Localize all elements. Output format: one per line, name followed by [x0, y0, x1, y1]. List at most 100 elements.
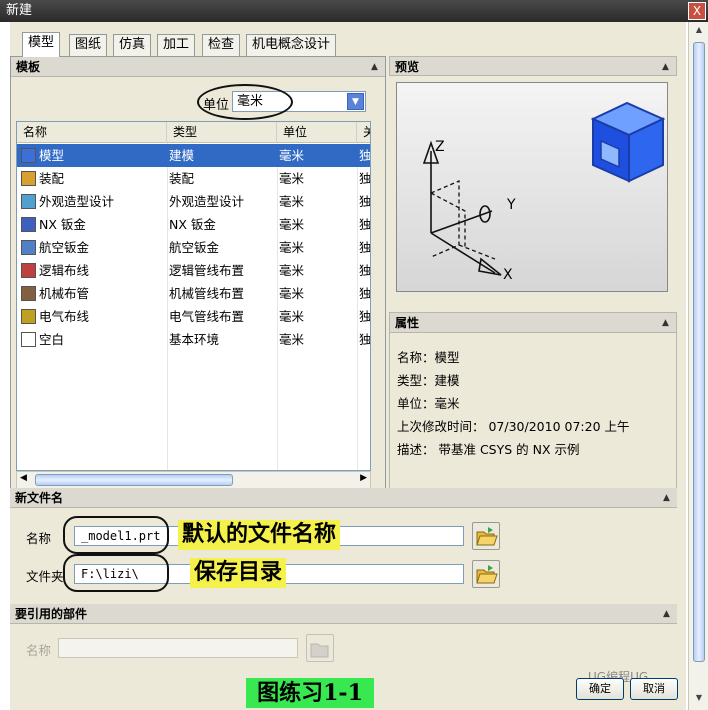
- column-header-unit[interactable]: 单位: [277, 122, 357, 143]
- close-button[interactable]: X: [688, 2, 706, 20]
- property-type: 类型：建模: [397, 373, 460, 388]
- collapse-preview-icon[interactable]: ▲: [658, 60, 673, 74]
- aero-sheet-metal-icon: [21, 240, 36, 255]
- preview-header[interactable]: 预览 ▲: [389, 56, 677, 76]
- browse-filename-button[interactable]: [472, 522, 500, 550]
- cell-unit: 毫米: [279, 148, 305, 163]
- blank-file-icon: [21, 332, 36, 347]
- model-icon: [21, 148, 36, 163]
- cell-relation: 独: [359, 194, 371, 209]
- datum-plane-yz: [430, 180, 460, 258]
- cell-unit: 毫米: [279, 309, 305, 324]
- collapse-templates-icon[interactable]: ▲: [367, 60, 382, 74]
- table-header: 名称 类型 单位 关: [17, 122, 370, 143]
- cell-relation: 独: [359, 263, 371, 278]
- property-modified: 上次修改时间： 07/30/2010 07:20 上午: [397, 419, 630, 434]
- cell-relation: 独: [359, 217, 371, 232]
- csys-preview-graphic: Z Y X: [422, 101, 666, 283]
- cell-unit: 毫米: [279, 171, 305, 186]
- templates-header[interactable]: 模板 ▲: [11, 57, 385, 77]
- vertical-scrollbar[interactable]: ▲ ▼: [688, 22, 708, 710]
- preview-panel: 预览 ▲ Z Y X 属性 ▲ 名称：模型 类型：建模 单位：毫米 上次修改时间…: [389, 56, 677, 508]
- table-row[interactable]: 逻辑布线 逻辑管线布置 毫米 独: [17, 259, 371, 282]
- unit-label: 单位: [203, 98, 230, 113]
- column-header-name[interactable]: 名称: [17, 122, 167, 143]
- cell-name: 模型: [39, 148, 65, 163]
- window-titlebar: 新建 X: [0, 0, 708, 22]
- table-row[interactable]: 装配 装配 毫米 独: [17, 167, 371, 190]
- tab-simulation[interactable]: 仿真: [113, 34, 152, 56]
- cell-unit: 毫米: [279, 194, 305, 209]
- collapse-referenced-icon[interactable]: ▲: [659, 607, 674, 621]
- templates-panel: 模板 ▲ 单位 毫米 ▼ 名称 类型 单位 关 模型建模毫米独装配装配毫米独外观…: [10, 56, 386, 508]
- close-icon: X: [692, 4, 702, 18]
- cell-type: 电气管线布置: [169, 309, 245, 324]
- tab-drawing[interactable]: 图纸: [69, 34, 108, 56]
- cancel-button[interactable]: 取消: [630, 678, 678, 700]
- cell-relation: 独: [359, 286, 371, 301]
- annotation-default-filename: 默认的文件名称: [178, 520, 341, 550]
- x-axis-label: X: [503, 267, 513, 283]
- figure-caption: 图练习1-1: [246, 678, 374, 708]
- property-unit: 单位：毫米: [397, 396, 460, 411]
- model-block-icon: [590, 101, 666, 183]
- table-row[interactable]: 模型 建模 毫米 独: [17, 144, 371, 167]
- logical-routing-icon: [21, 263, 36, 278]
- folder-open-icon: [476, 527, 498, 546]
- cell-relation: 独: [359, 309, 371, 324]
- referenced-name-label: 名称: [26, 643, 52, 658]
- properties-header[interactable]: 属性 ▲: [390, 313, 676, 333]
- new-filename-header[interactable]: 新文件名 ▲: [10, 488, 677, 508]
- table-row[interactable]: 电气布线 电气管线布置 毫米 独: [17, 305, 371, 328]
- collapse-newfile-icon[interactable]: ▲: [659, 491, 674, 505]
- referenced-part-header[interactable]: 要引用的部件 ▲: [10, 604, 677, 624]
- assembly-icon: [21, 171, 36, 186]
- z-axis-label: Z: [435, 139, 445, 155]
- cell-name: 装配: [39, 171, 65, 186]
- tab-manufacturing[interactable]: 加工: [157, 34, 196, 56]
- column-header-type[interactable]: 类型: [167, 122, 277, 143]
- cell-relation: 独: [359, 332, 371, 347]
- cell-name: NX 钣金: [39, 217, 86, 232]
- cell-type: 装配: [169, 171, 195, 186]
- cell-name: 机械布管: [39, 286, 90, 301]
- table-row[interactable]: 空白 基本环境 毫米 独: [17, 328, 371, 351]
- filename-label: 名称: [26, 531, 52, 546]
- cell-name: 航空钣金: [39, 240, 90, 255]
- table-row[interactable]: 外观造型设计 外观造型设计 毫米 独: [17, 190, 371, 213]
- unit-select[interactable]: 毫米 ▼: [232, 91, 366, 112]
- tab-inspection[interactable]: 检查: [202, 34, 241, 56]
- cell-unit: 毫米: [279, 240, 305, 255]
- scroll-thumb[interactable]: [693, 42, 705, 662]
- annotation-save-directory: 保存目录: [190, 558, 287, 588]
- cell-name: 空白: [39, 332, 65, 347]
- scroll-down-icon[interactable]: ▼: [692, 693, 706, 707]
- scroll-up-icon[interactable]: ▲: [692, 25, 706, 39]
- browse-referenced-button[interactable]: [306, 634, 334, 662]
- ok-button[interactable]: 确定: [576, 678, 624, 700]
- folder-open-icon: [476, 565, 498, 584]
- chevron-down-icon[interactable]: ▼: [347, 93, 364, 110]
- table-row[interactable]: NX 钣金 NX 钣金 毫米 独: [17, 213, 371, 236]
- referenced-name-input[interactable]: [58, 638, 298, 658]
- cell-type: 航空钣金: [169, 240, 220, 255]
- cell-relation: 独: [359, 148, 371, 163]
- cell-name: 电气布线: [39, 309, 90, 324]
- cell-relation: 独: [359, 171, 371, 186]
- window-title: 新建: [6, 3, 33, 18]
- table-row[interactable]: 机械布管 机械管线布置 毫米 独: [17, 282, 371, 305]
- folder-label: 文件夹: [26, 569, 64, 584]
- mechanical-routing-icon: [21, 286, 36, 301]
- column-header-relation[interactable]: 关: [357, 122, 370, 143]
- browse-folder-button[interactable]: [472, 560, 500, 588]
- table-row[interactable]: 航空钣金 航空钣金 毫米 独: [17, 236, 370, 259]
- collapse-properties-icon[interactable]: ▲: [658, 316, 673, 330]
- tab-mechatronics[interactable]: 机电概念设计: [246, 34, 337, 56]
- cell-unit: 毫米: [279, 286, 305, 301]
- cell-unit: 毫米: [279, 263, 305, 278]
- preview-image: Z Y X: [396, 82, 668, 292]
- tab-model[interactable]: 模型: [22, 32, 61, 57]
- cell-unit: 毫米: [279, 332, 305, 347]
- shape-studio-icon: [21, 194, 36, 209]
- cell-type: 基本环境: [169, 332, 220, 347]
